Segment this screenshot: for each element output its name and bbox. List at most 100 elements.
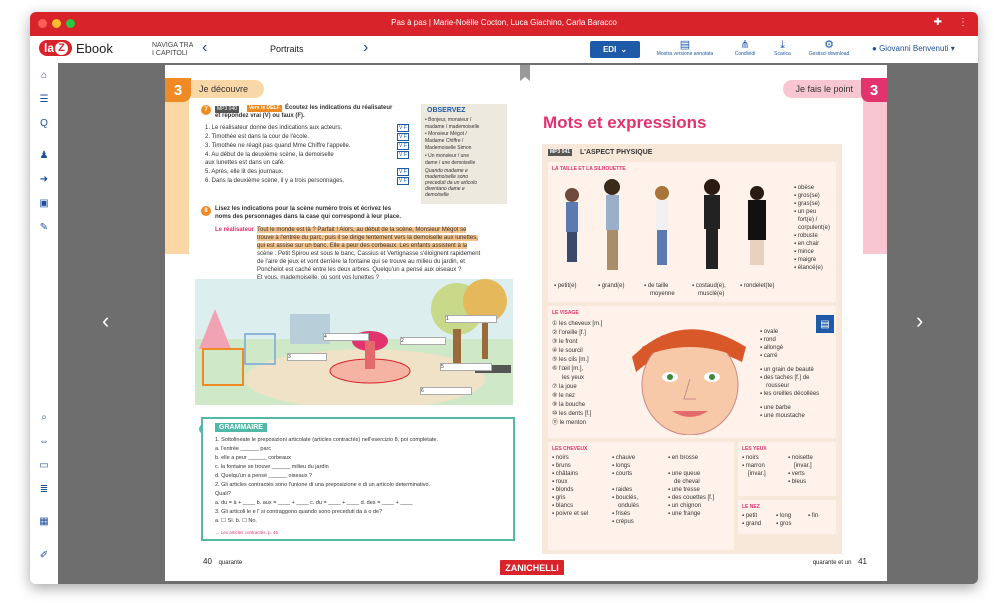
exercise-7-title-a: Écoutez les indications du réalisateur bbox=[285, 105, 393, 111]
cheveux-text: bruns bbox=[555, 463, 571, 469]
answer-box[interactable]: 1 bbox=[445, 315, 497, 323]
cheveux-item: ▪ en brosse bbox=[668, 455, 699, 461]
grammar-reference-link[interactable]: → Les articles contractés, p. 46 bbox=[215, 529, 278, 536]
edi-dropdown[interactable]: EDI ⌄ bbox=[590, 41, 640, 58]
visage-item-text: le nez bbox=[559, 393, 576, 399]
yeux-text: [invar.] bbox=[794, 463, 812, 469]
visage-shape-item: ▪ une barbe bbox=[760, 405, 791, 411]
vf-checkbox[interactable]: V F bbox=[397, 124, 409, 132]
taille-label: ▪ rondelet(te) bbox=[740, 283, 775, 289]
vf-checkbox[interactable]: V F bbox=[397, 151, 409, 159]
arrow-icon[interactable]: ➜ bbox=[37, 173, 51, 187]
observez-item: madame / mademoiselle bbox=[425, 124, 480, 130]
cheveux-text: frisés bbox=[615, 511, 631, 517]
manage-download-button[interactable]: ⚙ Gestisci download bbox=[802, 39, 856, 57]
silhouette-item: ▪ gros(se) bbox=[794, 193, 820, 199]
taille-label-text: grand(e) bbox=[601, 283, 625, 289]
visage-item: ⑤ les cils [m.] bbox=[552, 357, 589, 363]
cheveux-text: raides bbox=[615, 487, 633, 493]
visage-item: ⑨ la bouche bbox=[552, 402, 586, 408]
grammar-line[interactable]: b. elle a peur ______ corbeaux bbox=[215, 455, 291, 462]
page-list-icon[interactable]: ≣ bbox=[37, 483, 51, 497]
download-button[interactable]: ⤓ Scarica bbox=[765, 39, 800, 57]
cheveux-item: ▪ une tresse bbox=[668, 487, 700, 493]
nav-label-line1: NAVIGA TRA bbox=[152, 42, 194, 49]
exercise-8-title-a: Lisez les indications pour la scène numé… bbox=[215, 206, 392, 212]
nez-text: petit bbox=[745, 513, 758, 519]
annotated-version-button[interactable]: ▤ Mostra versione annotata bbox=[650, 39, 720, 57]
caret-down-icon: ▾ bbox=[950, 44, 955, 53]
yeux-item: ▪ noisette bbox=[788, 455, 813, 461]
vf-checkbox[interactable]: V F bbox=[397, 142, 409, 150]
prev-chapter-icon[interactable]: ‹ bbox=[202, 39, 207, 57]
puzzle-icon[interactable]: ✚ bbox=[934, 17, 942, 28]
answer-box[interactable]: 4 bbox=[323, 333, 369, 341]
taille-label-text: musclé(e) bbox=[698, 291, 725, 297]
visage-title: LE VISAGE bbox=[552, 310, 579, 316]
pen-icon[interactable]: ✎ bbox=[37, 221, 51, 235]
grammar-line[interactable]: a. du = à + ____ b. aux = ____ + ____ c.… bbox=[215, 500, 413, 507]
book-viewer: ‹ › 3 Je découvre 7 MP3 040 Vers le DELF… bbox=[58, 63, 978, 584]
silhouette-text: mince bbox=[797, 249, 814, 255]
cheveux-item: ▪ un chignon bbox=[668, 503, 702, 509]
answer-box[interactable]: 5 bbox=[440, 363, 492, 371]
cheveux-text: crépus bbox=[615, 519, 634, 525]
cheveux-item: ▪ crépus bbox=[612, 519, 634, 525]
visage-shape-text: allongé bbox=[763, 345, 784, 351]
grammar-line[interactable]: c. la fontaine se trouve ______ milieu d… bbox=[215, 464, 329, 471]
home-icon[interactable]: ⌂ bbox=[37, 69, 51, 83]
next-chapter-icon[interactable]: › bbox=[363, 39, 368, 57]
cheveux-text: de cheval bbox=[674, 479, 700, 485]
users-icon[interactable]: ♟ bbox=[37, 149, 51, 163]
book-icon[interactable]: ▣ bbox=[37, 197, 51, 211]
audio-tag-right[interactable]: MP3 041 bbox=[548, 149, 573, 156]
visage-item-text: les dents [f.] bbox=[559, 411, 592, 417]
scene-text-line: trouve à l'entrée du parc, puis il se di… bbox=[257, 235, 478, 242]
list-icon[interactable]: ☰ bbox=[37, 93, 51, 107]
cheveux-item: ▪ châtains bbox=[552, 471, 579, 477]
edit-page-icon[interactable]: ✐ bbox=[37, 549, 51, 563]
chapter-title[interactable]: Portraits bbox=[270, 44, 304, 54]
nez-item: ▪ fin bbox=[808, 513, 819, 519]
more-icon[interactable]: ⋮ bbox=[958, 17, 968, 28]
next-page-button[interactable]: › bbox=[916, 308, 923, 334]
visage-item-text: les cils [m.] bbox=[559, 357, 589, 363]
cheveux-text: noirs bbox=[555, 455, 569, 461]
logo-z: Z bbox=[55, 41, 69, 55]
cheveux-item: ▪ poivre et sel bbox=[552, 511, 589, 517]
section-label: Je découvre bbox=[191, 80, 265, 98]
page-icon[interactable]: ▭ bbox=[37, 459, 51, 473]
silhouette-text: gros(se) bbox=[797, 193, 820, 199]
grammar-line[interactable]: a. l'entrée ______ parc bbox=[215, 446, 271, 453]
vocabulary-card-icon[interactable]: ▤ bbox=[816, 315, 834, 333]
logo[interactable]: la Z Ebook bbox=[39, 40, 113, 56]
fit-width-icon[interactable]: ⇔ bbox=[37, 435, 51, 449]
taille-label: ▪ de taille bbox=[644, 283, 669, 289]
answer-box[interactable]: 6 bbox=[420, 387, 472, 395]
answer-box[interactable]: 3 bbox=[287, 353, 327, 361]
prev-page-button[interactable]: ‹ bbox=[102, 308, 109, 334]
page-number-value-right: 41 bbox=[858, 557, 867, 566]
audio-tag[interactable]: MP3 040 bbox=[215, 106, 240, 113]
observez-title: OBSERVEZ bbox=[427, 107, 466, 114]
observez-item: • Monsieur Mégot / bbox=[425, 131, 467, 137]
grammar-line[interactable]: d. Quelqu'un a pensé ______ oiseaux ? bbox=[215, 473, 312, 480]
vf-checkbox[interactable]: V F bbox=[397, 168, 409, 176]
vf-checkbox[interactable]: V F bbox=[397, 177, 409, 185]
cheveux-text: bouclés, bbox=[615, 495, 639, 501]
answer-box[interactable]: 2 bbox=[400, 337, 446, 345]
yeux-text: bleus bbox=[791, 479, 807, 485]
silhouette-text: fort(e) / bbox=[798, 217, 818, 223]
share-button[interactable]: ⋔ Condividi bbox=[725, 39, 765, 57]
visage-shape-text: carré bbox=[763, 353, 778, 359]
silhouette-text: un peu bbox=[797, 209, 817, 215]
q7-item: aux lunettes est dans un café. bbox=[205, 160, 285, 166]
visage-item: ② l'oreille [f.] bbox=[552, 330, 586, 336]
vf-checkbox[interactable]: V F bbox=[397, 133, 409, 141]
search-icon[interactable]: ⌕ bbox=[37, 411, 51, 425]
grammar-line[interactable]: a. ☐ Sì. b. ☐ No. bbox=[215, 518, 257, 525]
search-text-icon[interactable]: Q bbox=[37, 117, 51, 131]
user-menu[interactable]: ● Giovanni Benvenuti ▾ bbox=[872, 44, 955, 53]
grid-icon[interactable]: ▦ bbox=[37, 515, 51, 529]
cheveux-item: ▪ blancs bbox=[552, 503, 574, 509]
